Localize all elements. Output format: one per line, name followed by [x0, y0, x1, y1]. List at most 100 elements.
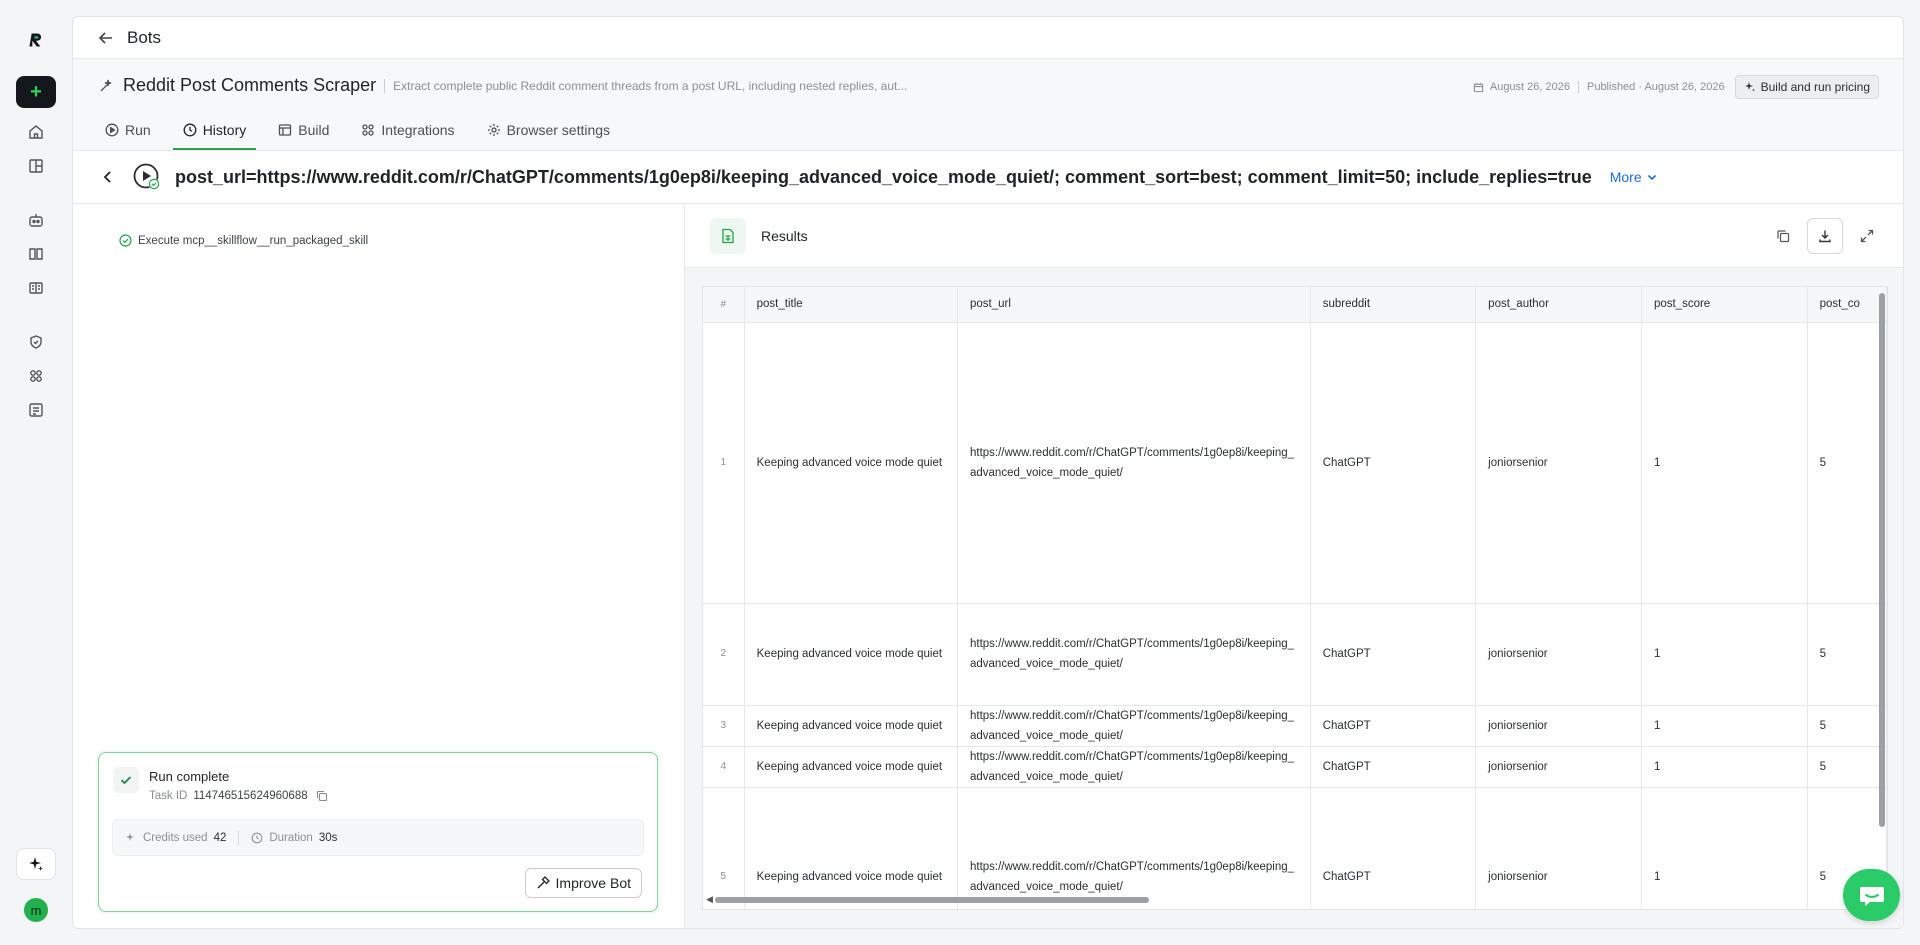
cell-post-title: Keeping advanced voice mode quiet	[744, 746, 958, 788]
cell-post-score: 1	[1641, 322, 1808, 604]
cell-post-comments: 5	[1807, 746, 1887, 788]
row-index: 4	[703, 746, 745, 788]
expand-button[interactable]	[1849, 218, 1885, 254]
avatar[interactable]: m	[24, 898, 48, 922]
main-panel: Bots Reddit Post Comments Scraper Extrac…	[72, 16, 1904, 929]
bot-name: Reddit Post Comments Scraper	[123, 75, 377, 95]
cell-post-author: joniorsenior	[1475, 787, 1642, 909]
results-table-container[interactable]: # post_title post_url subreddit post_aut…	[702, 286, 1888, 910]
run-complete-card: Run complete Task ID 114746515624960688 …	[98, 752, 658, 912]
ai-assistant-button[interactable]	[16, 848, 56, 880]
copy-icon[interactable]	[316, 790, 328, 802]
column-header[interactable]: post_title	[744, 287, 958, 323]
updated-date: August 26, 2026	[1489, 81, 1570, 93]
check-icon	[113, 767, 139, 793]
improve-bot-button[interactable]: Improve Bot	[524, 868, 642, 898]
horizontal-scrollbar[interactable]	[715, 897, 1149, 903]
divider	[384, 78, 386, 93]
integrations-icon	[362, 124, 375, 136]
hammer-icon	[537, 876, 550, 889]
run-stats: Credits used 42 Duration 30s	[112, 819, 644, 856]
scroll-left-icon[interactable]: ◀	[706, 894, 713, 905]
improve-bot-label: Improve Bot	[555, 875, 631, 891]
tab-history[interactable]: History	[172, 112, 257, 150]
logs-icon[interactable]	[16, 394, 56, 426]
tab-label: Run	[125, 122, 151, 138]
shield-icon[interactable]	[16, 326, 56, 358]
sparkle-icon	[126, 832, 134, 841]
cell-post-author: joniorsenior	[1475, 705, 1642, 747]
chat-icon	[1859, 887, 1884, 906]
book-icon[interactable]	[16, 238, 56, 270]
run-status: Run complete	[149, 769, 230, 784]
published-date: Published · August 26, 2026	[1586, 81, 1725, 93]
arrow-left-icon[interactable]	[97, 29, 115, 47]
clock-icon	[252, 832, 263, 843]
cell-post-comments: 5	[1807, 603, 1887, 706]
tab-build[interactable]: Build	[268, 112, 339, 150]
apps-icon[interactable]	[16, 360, 56, 392]
sparkle-wand-icon	[100, 79, 112, 91]
task-id-label: Task ID	[149, 790, 188, 802]
table-row[interactable]: 5 Keeping advanced voice mode quiet http…	[703, 787, 1887, 909]
divider	[1577, 81, 1579, 93]
tab-integrations[interactable]: Integrations	[351, 112, 464, 150]
cell-post-author: joniorsenior	[1475, 603, 1642, 706]
back-to-bots-link[interactable]: Bots	[127, 28, 161, 48]
credits-label: Credits used	[143, 831, 208, 844]
column-header[interactable]: post_url	[957, 287, 1311, 323]
sparkle-icon	[1744, 82, 1755, 92]
dashboard-icon[interactable]	[16, 150, 56, 182]
app-logo[interactable]	[16, 22, 56, 58]
chevron-left-icon[interactable]	[101, 170, 115, 184]
column-header[interactable]: post_score	[1641, 287, 1808, 323]
divider	[238, 830, 240, 845]
home-icon[interactable]	[16, 116, 56, 148]
cell-post-title: Keeping advanced voice mode quiet	[744, 787, 958, 909]
chevron-down-icon	[1647, 174, 1656, 181]
cell-post-comments: 5	[1807, 322, 1887, 604]
results-title: Results	[761, 228, 808, 244]
copy-results-button[interactable]	[1765, 218, 1801, 254]
table-row[interactable]: 4 Keeping advanced voice mode quiet http…	[703, 746, 1887, 788]
download-button[interactable]	[1807, 218, 1843, 254]
new-bot-button[interactable]: +	[16, 76, 56, 108]
chat-support-button[interactable]	[1843, 869, 1900, 921]
bot-icon[interactable]	[16, 204, 56, 236]
play-icon	[105, 123, 119, 137]
column-header[interactable]: post_author	[1475, 287, 1642, 323]
steps-pane: Execute mcp__skillflow__run_packaged_ski…	[73, 204, 685, 928]
step-item[interactable]: Execute mcp__skillflow__run_packaged_ski…	[119, 234, 368, 247]
bot-meta: August 26, 2026 Published · August 26, 2…	[1473, 75, 1879, 99]
cell-subreddit: ChatGPT	[1310, 322, 1477, 604]
cell-post-score: 1	[1641, 787, 1808, 909]
cell-subreddit: ChatGPT	[1310, 705, 1477, 747]
task-id: Task ID 114746515624960688	[149, 790, 328, 802]
settings-icon	[487, 124, 500, 136]
cell-post-author: joniorsenior	[1475, 322, 1642, 604]
cell-post-title: Keeping advanced voice mode quiet	[744, 322, 958, 604]
tab-run[interactable]: Run	[95, 112, 161, 150]
task-id-value: 114746515624960688	[193, 790, 308, 802]
more-button[interactable]: More	[1610, 169, 1658, 185]
vertical-scrollbar[interactable]	[1879, 293, 1885, 827]
step-label: Execute mcp__skillflow__run_packaged_ski…	[138, 234, 369, 247]
clock-icon	[183, 123, 197, 137]
duration-value: 30s	[318, 831, 338, 844]
bot-description: Extract complete public Reddit comment t…	[393, 78, 908, 93]
cell-post-url: https://www.reddit.com/r/ChatGPT/comment…	[957, 746, 1311, 788]
table-row[interactable]: 2 Keeping advanced voice mode quiet http…	[703, 603, 1887, 706]
run-status-icon	[133, 163, 161, 191]
calendar-icon	[1473, 82, 1484, 92]
check-circle-icon	[119, 234, 132, 247]
table-row[interactable]: 3 Keeping advanced voice mode quiet http…	[703, 705, 1887, 747]
table-row[interactable]: 1 Keeping advanced voice mode quiet http…	[703, 322, 1887, 604]
library-icon[interactable]	[16, 272, 56, 304]
run-title-bar: post_url=https://www.reddit.com/r/ChatGP…	[73, 151, 1903, 204]
tab-browser-settings[interactable]: Browser settings	[477, 112, 620, 150]
cell-post-url: https://www.reddit.com/r/ChatGPT/comment…	[957, 787, 1311, 909]
column-header[interactable]: subreddit	[1310, 287, 1477, 323]
column-header[interactable]: post_co	[1807, 287, 1887, 323]
build-run-pricing-button[interactable]: Build and run pricing	[1734, 75, 1879, 99]
column-header[interactable]: #	[703, 287, 745, 323]
